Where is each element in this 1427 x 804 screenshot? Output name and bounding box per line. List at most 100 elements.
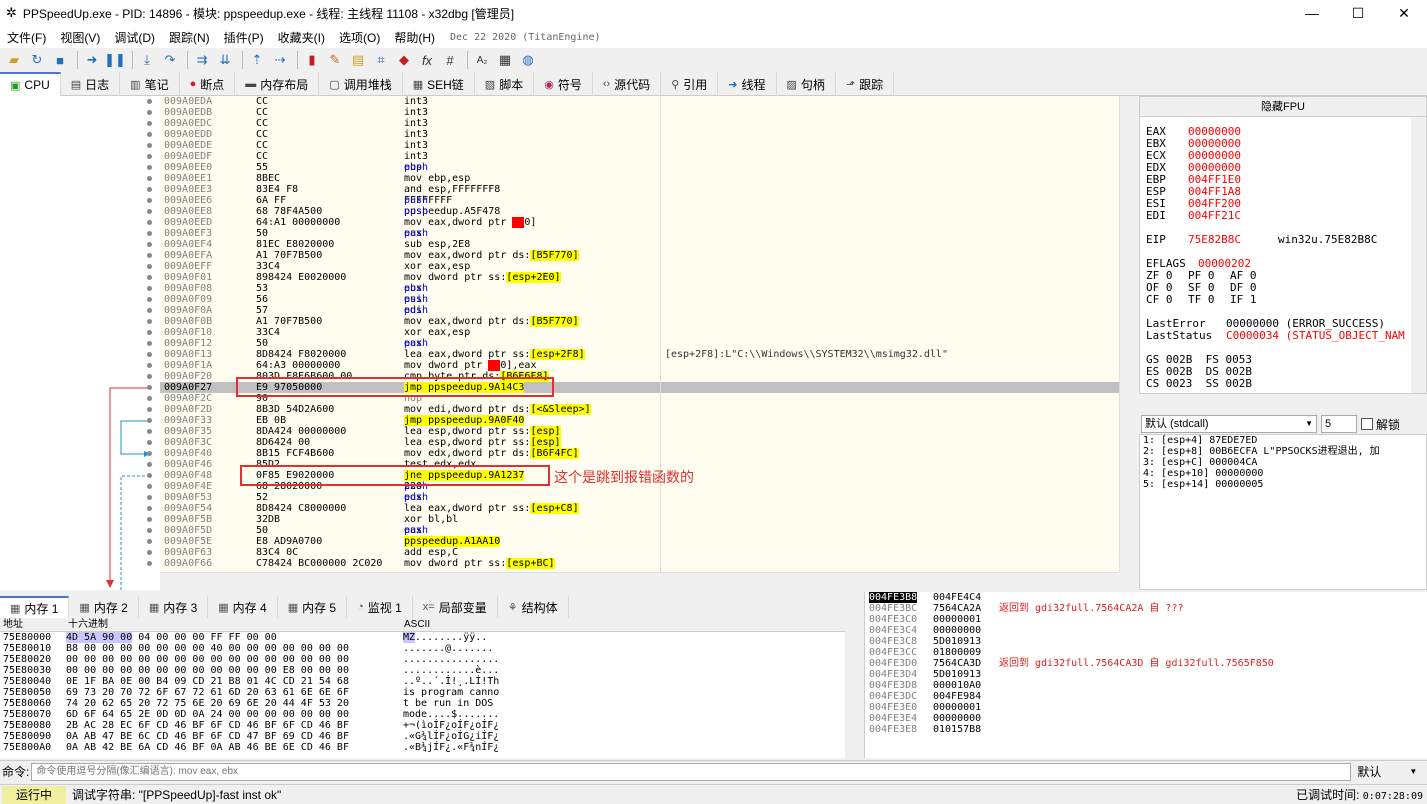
breakpoint-dot[interactable] xyxy=(147,407,152,412)
disasm-row[interactable]: 009A0F5EE8 AD9A0700call ppspeedup.A1AA10 xyxy=(160,536,1136,547)
menu-item[interactable]: 文件(F) xyxy=(0,29,53,46)
flag[interactable]: IF 1 xyxy=(1230,293,1257,306)
laststatus-value[interactable]: C0000034 (STATUS_OBJECT_NAM xyxy=(1226,329,1405,342)
laststatus-label[interactable]: LastStatus xyxy=(1146,329,1212,342)
tab-5[interactable]: ▢ 调用堆栈 xyxy=(319,72,403,96)
register-value[interactable]: 004FF21C xyxy=(1188,209,1241,222)
disasm-row[interactable]: 009A0EDF CC int3 xyxy=(160,151,1136,162)
disasm-row[interactable]: 009A0EDB CC int3 xyxy=(160,107,1136,118)
disasm-row[interactable]: 009A0F1A 64:A3 00000000 mov dword ptr fs:[… xyxy=(160,360,1136,371)
trace-into-icon[interactable]: ⇉ xyxy=(192,50,212,70)
memory-row[interactable]: 75E80040 0E 1F BA 0E 00 B4 09 CD 21 B8 01… xyxy=(0,676,845,687)
minimize-button[interactable]: — xyxy=(1289,0,1335,26)
memory-row[interactable]: 75E80050 69 73 20 70 72 6F 67 72 61 6D 20… xyxy=(0,687,845,698)
stack-row[interactable]: 004FE3C4 00000000 xyxy=(865,625,1427,636)
stack-row[interactable]: 004FE3D4 5D010913 xyxy=(865,669,1427,680)
disasm-row[interactable]: 009A0F13 8D8424 F8020000 lea eax,dword ptr… xyxy=(160,349,1136,360)
tab-12[interactable]: ▨ 句柄 xyxy=(777,72,836,96)
globe-icon[interactable]: ◍ xyxy=(518,50,538,70)
breakpoint-dot[interactable] xyxy=(147,473,152,478)
close-button[interactable]: ✕ xyxy=(1381,0,1427,26)
memory-row[interactable]: 75E80020 00 00 00 00 00 00 00 00 00 00 00… xyxy=(0,654,845,665)
breakpoint-dot[interactable] xyxy=(147,209,152,214)
disasm-row[interactable]: 009A0EE3 83E4 F8 and esp,FFFFFFF8 xyxy=(160,184,1136,195)
breakpoint-dot[interactable] xyxy=(147,297,152,302)
breakpoint-dot[interactable] xyxy=(147,396,152,401)
bottom-tab-2[interactable]: ▦ 内存 3 xyxy=(139,596,209,618)
disasm-row[interactable]: 009A0F0A 57 push edi xyxy=(160,305,1136,316)
disasm-row[interactable]: 009A0F3C 8D6424 00 lea esp,dword ptr ss: [e… xyxy=(160,437,1136,448)
tab-9[interactable]: ‹› 源代码 xyxy=(593,72,662,96)
segment-registers[interactable]: CS 0023 SS 002B xyxy=(1146,377,1252,390)
call-arg[interactable]: 3: [esp+C] 000004CA xyxy=(1140,457,1426,468)
breakpoint-dot[interactable] xyxy=(147,528,152,533)
breakpoint-dot[interactable] xyxy=(147,176,152,181)
stack-view[interactable]: 004FE3B8 004FE4C4 004FE3BC 7564CA2A 返回到 gdi3… xyxy=(864,592,1427,758)
function-icon[interactable]: fx xyxy=(417,50,437,70)
disasm-row[interactable]: 009A0F53 52 push edx xyxy=(160,492,1136,503)
menu-item[interactable]: 收藏夹(I) xyxy=(271,29,332,46)
memory-dump[interactable]: 75E80000 4D 5A 90 00 03 00 00 00 04 00 00… xyxy=(0,632,845,758)
menu-item[interactable]: 插件(P) xyxy=(217,29,271,46)
breakpoint-dot[interactable] xyxy=(147,484,152,489)
disasm-row[interactable]: 009A0F40 8B15 FCF4B600 mov edx,dword ptr d… xyxy=(160,448,1136,459)
disasm-row[interactable]: 009A0F5B 32DB xor bl,bl xyxy=(160,514,1136,525)
pause-icon[interactable]: ❚❚ xyxy=(104,50,126,70)
comment-icon[interactable]: ▤ xyxy=(348,50,368,70)
bottom-tab-0[interactable]: ▦ 内存 1 xyxy=(0,596,70,618)
register-eip[interactable]: EIP xyxy=(1146,233,1166,246)
breakpoint-dot[interactable] xyxy=(147,440,152,445)
hash-icon[interactable]: # xyxy=(440,50,460,70)
run-icon[interactable]: ➜ xyxy=(82,50,102,70)
breakpoint-dot[interactable] xyxy=(147,495,152,500)
breakpoint-dot[interactable] xyxy=(147,132,152,137)
stack-row[interactable]: 004FE3D8 000010A0 xyxy=(865,680,1427,691)
step-into-icon[interactable]: ⤓ xyxy=(137,50,157,70)
breakpoint-dot[interactable] xyxy=(147,165,152,170)
breakpoint-dot[interactable] xyxy=(147,319,152,324)
arg-count-spinner[interactable]: 5 xyxy=(1321,415,1357,433)
breakpoint-dot[interactable] xyxy=(147,550,152,555)
breakpoint-dot[interactable] xyxy=(147,143,152,148)
tab-13[interactable]: ⬏ 跟踪 xyxy=(836,72,895,96)
disasm-row[interactable]: 009A0EDE CC int3 xyxy=(160,140,1136,151)
flag[interactable]: CF 0 xyxy=(1146,293,1173,306)
patch-icon[interactable]: ✎ xyxy=(325,50,345,70)
breakpoint-dot[interactable] xyxy=(147,352,152,357)
font-icon[interactable]: A₂ xyxy=(472,50,492,70)
breakpoint-dot[interactable] xyxy=(147,110,152,115)
disasm-row[interactable]: 009A0F10 33C4 xor eax,esp xyxy=(160,327,1136,338)
breakpoint-dot[interactable] xyxy=(147,429,152,434)
tab-8[interactable]: ◉ 符号 xyxy=(534,72,593,96)
register-value[interactable]: 75E82B8C xyxy=(1188,233,1241,246)
step-over-icon[interactable]: ↷ xyxy=(160,50,180,70)
hide-fpu-button[interactable]: 隐藏FPU xyxy=(1140,97,1426,117)
stack-row[interactable]: 004FE3E8 010157B8 xyxy=(865,724,1427,735)
disasm-row[interactable]: 009A0F12 50 push eax xyxy=(160,338,1136,349)
call-arg[interactable]: 5: [esp+14] 00000005 xyxy=(1140,479,1426,490)
memory-row[interactable]: 75E80030 00 00 00 00 00 00 00 00 00 00 00… xyxy=(0,665,845,676)
breakpoint-dot[interactable] xyxy=(147,561,152,566)
breakpoint-dot[interactable] xyxy=(147,231,152,236)
disasm-row[interactable]: 009A0EDA CC int3 xyxy=(160,96,1136,107)
disasm-row[interactable]: 009A0EE8 68 78F4A500 push ppspeedup.A5F478 xyxy=(160,206,1136,217)
disasm-row[interactable]: 009A0F08 53 push ebx xyxy=(160,283,1136,294)
breakpoint-dot[interactable] xyxy=(147,506,152,511)
register-scrollbar[interactable] xyxy=(1411,117,1426,393)
disasm-row[interactable]: 009A0EDC CC int3 xyxy=(160,118,1136,129)
menu-item[interactable]: 跟踪(N) xyxy=(162,29,217,46)
call-arg[interactable]: 1: [esp+4] 87EDE7ED xyxy=(1140,435,1426,446)
breakpoint-dot[interactable] xyxy=(147,539,152,544)
disasm-scrollbar-horizontal[interactable] xyxy=(160,572,1119,587)
memory-row[interactable]: 75E80070 6D 6F 64 65 2E 0D 0D 0A 24 00 00… xyxy=(0,709,845,720)
breakpoint-dot[interactable] xyxy=(147,187,152,192)
tab-0[interactable]: ▣ CPU xyxy=(0,72,61,96)
open-icon[interactable]: ▰ xyxy=(4,50,24,70)
disassembly-view[interactable]: 009A0EDA CC int3 009A0EDB CC int3 009A0EDC CC in… xyxy=(160,96,1136,572)
disasm-row[interactable]: 009A0F54 8D8424 C8000000 lea eax,dword ptr… xyxy=(160,503,1136,514)
breakpoint-dot[interactable] xyxy=(147,99,152,104)
stack-row[interactable]: 004FE3E0 00000001 xyxy=(865,702,1427,713)
menu-item[interactable]: 帮助(H) xyxy=(387,29,442,46)
disasm-row[interactable]: 009A0EDD CC int3 xyxy=(160,129,1136,140)
memory-row[interactable]: 75E80080 2B AC 28 EC 6F CD 46 BF 6F CD 46… xyxy=(0,720,845,731)
